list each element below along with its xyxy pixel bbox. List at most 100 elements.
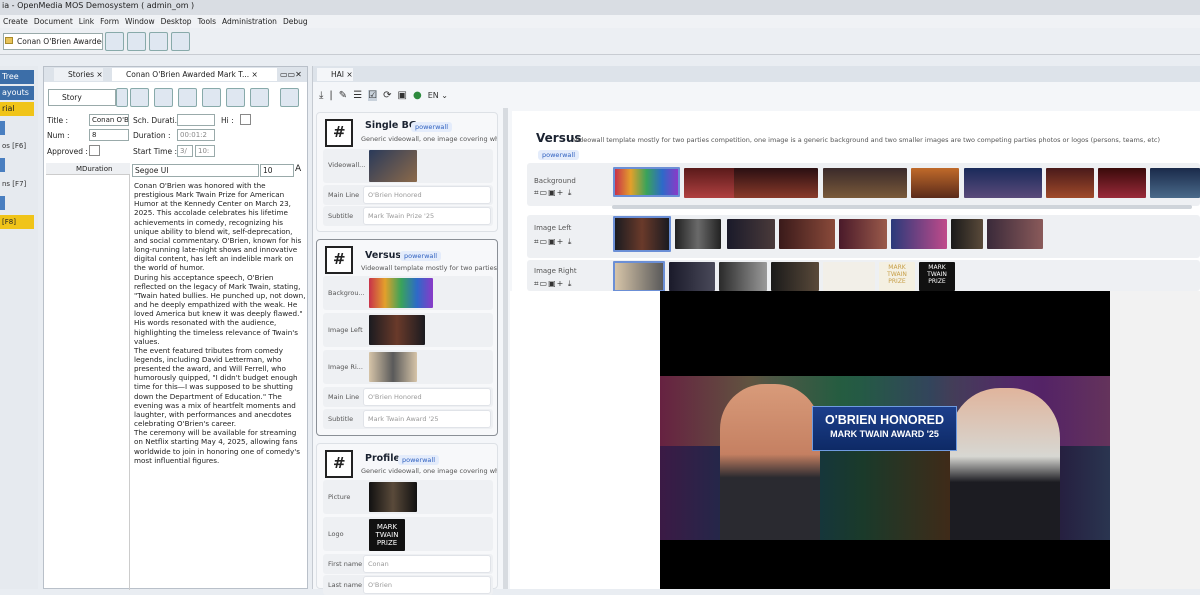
new-document-icon[interactable]: [105, 32, 124, 51]
sch-duration-field[interactable]: [177, 114, 215, 126]
gallery-thumbnail[interactable]: [779, 219, 835, 249]
gallery-thumbnail[interactable]: [684, 168, 740, 198]
lightning-icon[interactable]: [280, 88, 299, 107]
nav-item-layouts[interactable]: ayouts: [0, 86, 34, 100]
menu-item-form[interactable]: Form: [97, 15, 122, 28]
gallery-thumbnail[interactable]: [1150, 168, 1200, 198]
template-card-single-bg[interactable]: Single BG powerwall Generic videowall, o…: [316, 112, 498, 232]
menu-item-debug[interactable]: Debug: [280, 15, 311, 28]
gallery-thumbnail[interactable]: [719, 262, 767, 291]
window-controls[interactable]: ▭▭✕: [280, 70, 302, 79]
font-color-icon[interactable]: A: [295, 164, 301, 174]
template-card-profile[interactable]: Profile powerwall Generic videowall, one…: [316, 443, 498, 595]
checked-edit-icon[interactable]: ☑: [368, 89, 378, 101]
gallery-scrollbar[interactable]: [612, 205, 1192, 209]
font-combo[interactable]: Segoe UI: [132, 164, 259, 177]
title-field[interactable]: Conan O'Bri: [89, 114, 129, 126]
save-close-icon[interactable]: [154, 88, 173, 107]
nav-item-tree[interactable]: Tree: [0, 70, 34, 84]
image-thumbnail[interactable]: [369, 352, 417, 382]
story-text[interactable]: Conan O'Brien was honored with the prest…: [134, 181, 306, 465]
gallery-thumbnail-selected[interactable]: [613, 261, 665, 292]
gallery-thumbnail[interactable]: [1098, 168, 1146, 198]
download-icon[interactable]: ⤓: [319, 90, 323, 101]
close-icon[interactable]: ×: [96, 70, 102, 79]
chevron-down-icon[interactable]: [116, 88, 128, 107]
menu-item-tools[interactable]: Tools: [195, 15, 219, 28]
hi-checkbox[interactable]: [240, 114, 251, 125]
font-size-combo[interactable]: 10: [260, 164, 294, 177]
num-field[interactable]: 8: [89, 129, 129, 141]
image-tools[interactable]: ⌗▭▣+ ⤓: [534, 188, 572, 198]
image-tools[interactable]: ⌗▭▣+ ⤓: [534, 237, 572, 247]
main-line-input[interactable]: O'Brien Honored: [363, 186, 491, 204]
menu-item-administration[interactable]: Administration: [219, 15, 280, 28]
menu-item-document[interactable]: Document: [31, 15, 76, 28]
list-icon[interactable]: [127, 32, 146, 51]
image-thumbnail[interactable]: [369, 278, 433, 308]
logo-thumbnail[interactable]: MARK TWAIN PRIZE: [369, 519, 405, 551]
print-icon[interactable]: [178, 88, 197, 107]
tab-story-document[interactable]: Conan O'Brien Awarded Mark T... ×: [112, 68, 277, 81]
subtitle-input[interactable]: Mark Twain Award '25: [363, 410, 491, 428]
first-name-input[interactable]: Conan: [363, 555, 491, 573]
gallery-thumbnail[interactable]: [675, 219, 721, 249]
last-name-input[interactable]: O'Brien: [363, 576, 491, 594]
menu-item-create[interactable]: Create: [0, 15, 31, 28]
gallery-thumbnail[interactable]: [987, 219, 1043, 249]
delete-document-icon[interactable]: [171, 32, 190, 51]
list-edit-icon[interactable]: ☰: [353, 90, 362, 101]
nav-item-tutorial[interactable]: rial: [0, 102, 34, 116]
tab-hai[interactable]: HAI ×: [317, 68, 353, 81]
gallery-thumbnail[interactable]: [823, 262, 875, 291]
template-card-versus[interactable]: Versus powerwall Videowall template most…: [316, 239, 498, 436]
logo-thumbnail[interactable]: MARK TWAIN PRIZE: [919, 262, 955, 291]
gallery-thumbnail[interactable]: [734, 168, 818, 198]
image-thumbnail[interactable]: [369, 315, 425, 345]
logo-thumbnail[interactable]: MARK TWAIN PRIZE: [879, 262, 915, 291]
gallery-thumbnail[interactable]: [1046, 168, 1094, 198]
window-icon[interactable]: ▣: [398, 90, 407, 101]
menu-item-link[interactable]: Link: [76, 15, 97, 28]
main-line-input[interactable]: O'Brien Honored: [363, 388, 491, 406]
menu-item-desktop[interactable]: Desktop: [158, 15, 195, 28]
edit-icon[interactable]: ✎: [339, 90, 347, 101]
document-combo[interactable]: Conan O'Brien Awardec: [3, 33, 103, 50]
image-thumbnail[interactable]: [369, 482, 417, 512]
user-icon[interactable]: ●: [413, 90, 422, 101]
refresh-icon[interactable]: ⟳: [383, 90, 391, 101]
subtitle-input[interactable]: Mark Twain Prize '25: [363, 207, 491, 225]
scrollbar[interactable]: [503, 108, 508, 589]
calculator-icon[interactable]: [202, 88, 221, 107]
language-select[interactable]: EN ⌄: [428, 91, 448, 100]
gallery-thumbnail-selected[interactable]: [613, 167, 680, 197]
start-time-field[interactable]: 10:: [195, 145, 215, 157]
duration-field[interactable]: 00:01:2: [177, 129, 215, 141]
close-icon[interactable]: ×: [251, 70, 257, 79]
gallery-thumbnail[interactable]: [964, 168, 1042, 198]
save-icon[interactable]: [130, 88, 149, 107]
gallery-thumbnail[interactable]: [911, 168, 959, 198]
abc-check-icon[interactable]: [250, 88, 269, 107]
gallery-thumbnail[interactable]: [891, 219, 947, 249]
gallery-thumbnail[interactable]: [951, 219, 983, 249]
menu-item-window[interactable]: Window: [122, 15, 158, 28]
nav-item-f6[interactable]: os [F6]: [0, 139, 34, 153]
gallery-thumbnail[interactable]: [823, 168, 907, 198]
start-date-field[interactable]: 3/: [177, 145, 193, 157]
nav-item-f7[interactable]: ns [F7]: [0, 177, 34, 191]
gallery-thumbnail-selected[interactable]: [613, 216, 671, 252]
approved-checkbox[interactable]: [89, 145, 100, 156]
gallery-thumbnail[interactable]: [727, 219, 775, 249]
story-type-combo[interactable]: Story: [48, 89, 116, 106]
image-tools[interactable]: ⌗▭▣+ ⤓: [534, 279, 572, 289]
spellcheck-icon[interactable]: [226, 88, 245, 107]
gallery-thumbnail[interactable]: [839, 219, 887, 249]
close-icon[interactable]: ×: [346, 70, 352, 79]
tab-stories[interactable]: Stories ×: [54, 68, 103, 81]
gallery-thumbnail[interactable]: [669, 262, 715, 291]
gallery-thumbnail[interactable]: [771, 262, 819, 291]
add-document-icon[interactable]: [149, 32, 168, 51]
image-thumbnail[interactable]: [369, 150, 417, 182]
nav-item-f8[interactable]: [F8]: [0, 215, 34, 229]
